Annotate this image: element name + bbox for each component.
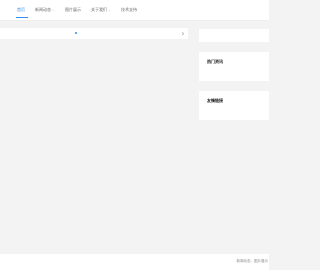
nav-item-about[interactable]: 关于我们⌄	[91, 0, 111, 20]
carousel-indicator-dot[interactable]	[75, 32, 77, 34]
nav-item-label: 关于我们	[91, 7, 107, 12]
nav-item-support[interactable]: 技术支持	[121, 0, 137, 20]
nav-item-gallery[interactable]: 图片展示	[65, 0, 81, 20]
chevron-down-icon: ⌄	[108, 8, 111, 12]
hot-news-card: 热门资讯	[199, 52, 269, 81]
hot-news-title: 热门资讯	[207, 59, 223, 64]
footer: 新闻动态、图片展示	[0, 254, 269, 270]
nav-item-news[interactable]: 新闻动态⌄	[35, 0, 55, 20]
nav-item-label: 新闻动态	[35, 7, 51, 12]
nav-item-label: 首页	[17, 7, 25, 12]
nav-active-indicator	[16, 17, 28, 18]
sidebar-search-card	[199, 29, 269, 42]
footer-links[interactable]: 新闻动态、图片展示	[237, 259, 269, 264]
nav-item-label: 图片展示	[65, 7, 81, 12]
friend-links-card: 友情链接	[199, 91, 269, 120]
chevron-right-icon[interactable]: ›	[179, 28, 187, 39]
top-nav: 首页 新闻动态⌄ 图片展示 关于我们⌄ 技术支持	[0, 0, 269, 21]
nav-item-label: 技术支持	[121, 7, 137, 12]
main-content	[0, 40, 195, 254]
banner-carousel: ›	[0, 28, 188, 39]
friend-links-title: 友情链接	[207, 98, 223, 103]
chevron-down-icon: ⌄	[52, 8, 55, 12]
